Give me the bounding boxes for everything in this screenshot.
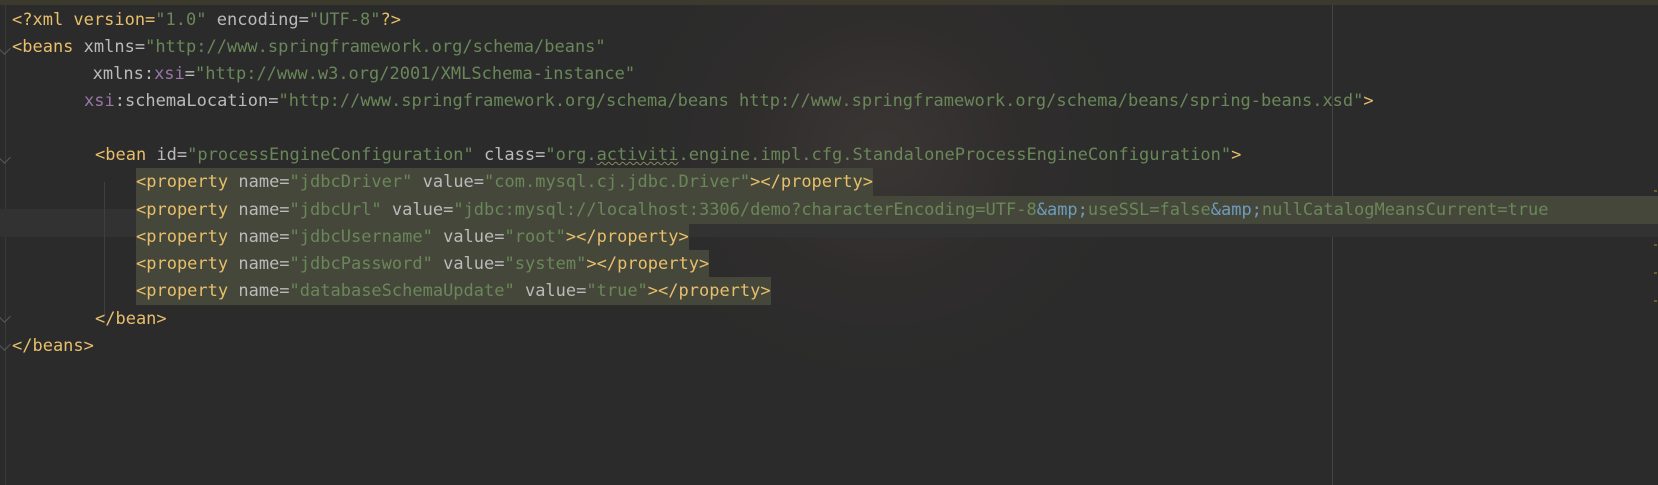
code-line: <property name="jdbcUrl" value="jdbc:mys… [136, 196, 1658, 224]
error-stripe-mark[interactable] [1654, 300, 1657, 302]
tag-close: ></property> [586, 254, 710, 274]
attr-name: value= [412, 172, 485, 192]
code-line: <property name="databaseSchemaUpdate" va… [136, 277, 771, 305]
attr-value: "root" [504, 227, 566, 247]
code-line: <property name="jdbcPassword" value="sys… [136, 250, 710, 278]
attr-value: "com.mysql.cj.jdbc.Driver" [484, 172, 751, 192]
tag-open: <bean [95, 145, 147, 165]
tag-open: <property [136, 281, 229, 301]
attr-value: "jdbcUsername" [289, 227, 433, 247]
attr-value: "http://www.springframework.org/schema/b… [145, 37, 606, 57]
xml-declaration: <?xml version= [12, 10, 156, 30]
attr-value: "databaseSchemaUpdate" [289, 281, 515, 301]
xml-declaration-end: ?> [380, 10, 401, 30]
fold-icon[interactable] [0, 42, 11, 55]
gutter [5, 5, 6, 485]
error-stripe-mark[interactable] [1654, 244, 1657, 246]
tag-close-bracket: > [1231, 145, 1242, 165]
attr-name: name= [228, 281, 290, 301]
tag-open: <property [136, 172, 229, 192]
tag-close: ></property> [565, 227, 689, 247]
tag-close-bracket: > [1363, 91, 1374, 111]
attr-value: "jdbcDriver" [289, 172, 413, 192]
attr-value: "jdbcUrl" [289, 200, 382, 220]
attr-value: .engine.impl.cfg.StandaloneProcessEngine… [678, 145, 1232, 165]
attr-name: value= [381, 200, 454, 220]
fold-icon[interactable] [0, 310, 11, 323]
attr-value: useSSL=false [1087, 200, 1211, 220]
tag-close: ></property> [647, 281, 771, 301]
attr-value: "true" [586, 281, 648, 301]
tag-open: <property [136, 227, 229, 247]
attr-name: :schemaLocation= [114, 91, 279, 111]
code-line: <bean id="processEngineConfiguration" cl… [95, 141, 1241, 169]
attr-value: "org. [545, 145, 597, 165]
editor-top-strip [0, 0, 1658, 5]
spell-check-word[interactable]: activiti [597, 145, 679, 165]
tag-open: <property [136, 200, 229, 220]
tag-close: ></property> [750, 172, 873, 192]
attr-value: "processEngineConfiguration" [187, 145, 474, 165]
attr-name: name= [228, 227, 290, 247]
code-line: <beans xmlns="http://www.springframework… [12, 33, 606, 61]
attr-name: encoding= [206, 10, 309, 30]
right-margin-guide [1332, 5, 1333, 485]
code-editor[interactable]: <?xml version="1.0" encoding="UTF-8"?> <… [0, 0, 1658, 485]
code-line: </beans> [12, 332, 94, 360]
code-line: <?xml version="1.0" encoding="UTF-8"?> [12, 6, 401, 34]
fold-icon[interactable] [0, 338, 11, 351]
namespace: xsi [154, 64, 185, 84]
attr-value: "http://www.w3.org/2001/XMLSchema-instan… [195, 64, 636, 84]
error-stripe-mark[interactable] [1654, 272, 1657, 274]
code-line: </bean> [95, 305, 167, 333]
attr-name: xmlns= [73, 37, 146, 57]
attr-name: name= [228, 254, 290, 274]
tag-open: <property [136, 254, 229, 274]
attr-name: class= [473, 145, 546, 165]
code-line: <property name="jdbcDriver" value="com.m… [136, 168, 873, 196]
attr-value: "system" [504, 254, 587, 274]
tag-open: <beans [12, 37, 74, 57]
error-stripe-mark[interactable] [1654, 190, 1657, 192]
fold-icon[interactable] [0, 151, 11, 164]
attr-name: value= [432, 227, 505, 247]
attr-name: value= [514, 281, 587, 301]
indent-guide [104, 182, 105, 316]
attr-value: "1.0" [155, 10, 207, 30]
attr-name: name= [228, 172, 290, 192]
attr-value: "http://www.springframework.org/schema/b… [278, 91, 1364, 111]
attr-value: nullCatalogMeansCurrent=true [1261, 200, 1549, 220]
attr-value: "jdbc:mysql://localhost:3306/demo?charac… [453, 200, 1037, 220]
tag-close: </bean> [95, 309, 167, 329]
attr-name: xmlns: [21, 64, 155, 84]
xml-entity: &amp; [1036, 200, 1088, 220]
attr-name: value= [432, 254, 505, 274]
code-line: <property name="jdbcUsername" value="roo… [136, 223, 689, 251]
xml-entity: &amp; [1210, 200, 1262, 220]
attr-name: name= [228, 200, 290, 220]
attr-name: id= [146, 145, 188, 165]
attr-value: "UTF-8" [308, 10, 381, 30]
code-line: xmlns:xsi="http://www.w3.org/2001/XMLSch… [21, 60, 636, 88]
equals: = [184, 64, 196, 84]
code-line: xsi:schemaLocation="http://www.springfra… [84, 87, 1374, 115]
attr-value: "jdbcPassword" [289, 254, 433, 274]
tag-close: </beans> [12, 336, 94, 356]
namespace: xsi [84, 91, 115, 111]
